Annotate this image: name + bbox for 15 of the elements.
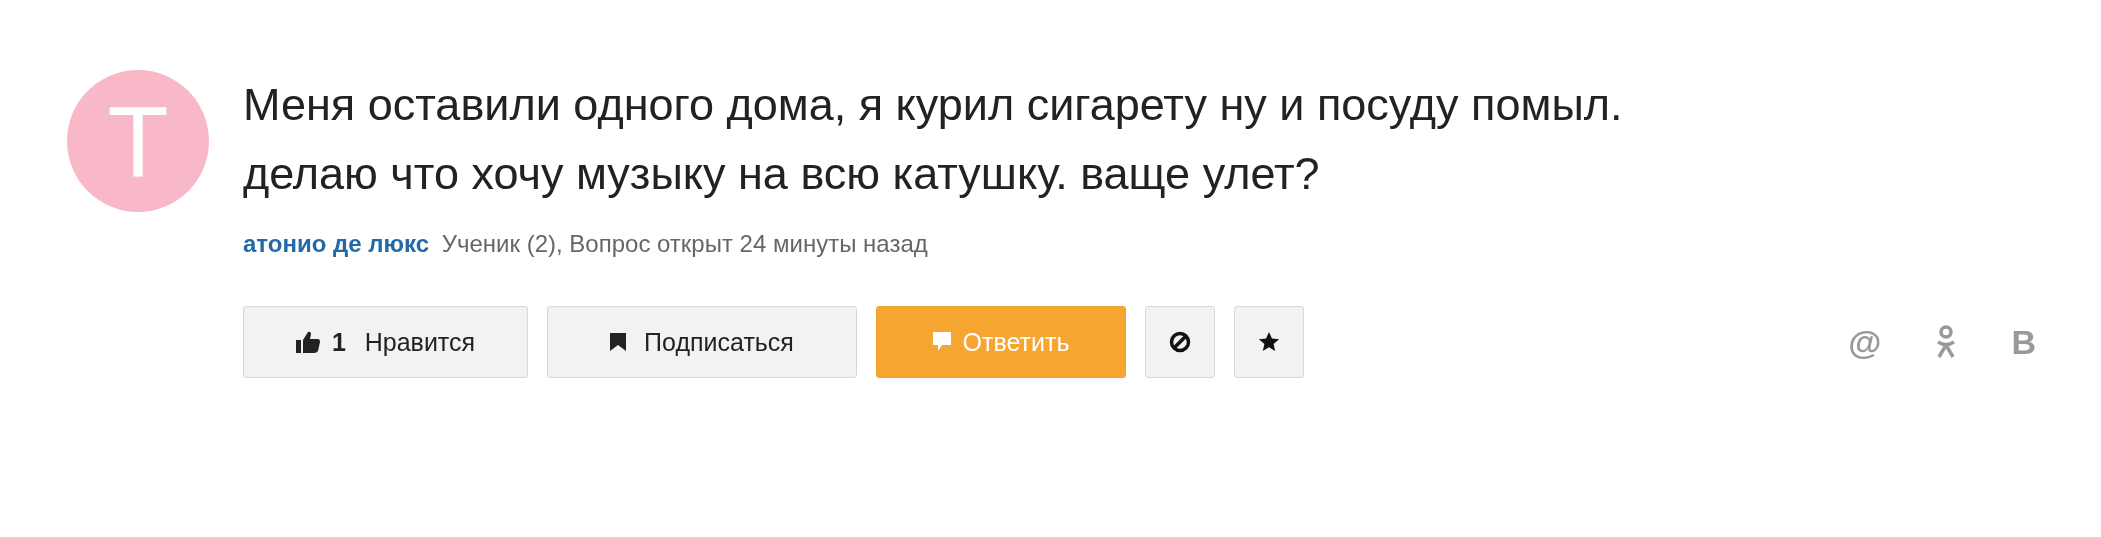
question-details: Ученик (2), Вопрос открыт 24 минуты назад xyxy=(441,230,928,257)
bookmark-icon xyxy=(610,333,627,351)
block-icon xyxy=(1169,331,1191,353)
subscribe-button[interactable]: Подписаться xyxy=(547,306,857,378)
star-icon xyxy=(1258,331,1280,353)
thumbs-up-icon xyxy=(295,331,320,353)
like-button[interactable]: 1 Нравится xyxy=(243,306,528,378)
person-icon[interactable] xyxy=(1936,325,1957,359)
question-text: Меня оставили одного дома, я курил сигарету ну и посуду помыл. xyxy=(243,78,1624,132)
favorite-button[interactable] xyxy=(1234,306,1304,378)
speech-bubble-icon xyxy=(932,332,951,352)
block-button[interactable] xyxy=(1145,306,1215,378)
question-text: делаю что хочу музыку на всю катушку. ваще улет? xyxy=(243,147,1321,201)
author-link[interactable]: атонио де люкс xyxy=(243,230,430,257)
avatar: T xyxy=(67,70,209,212)
